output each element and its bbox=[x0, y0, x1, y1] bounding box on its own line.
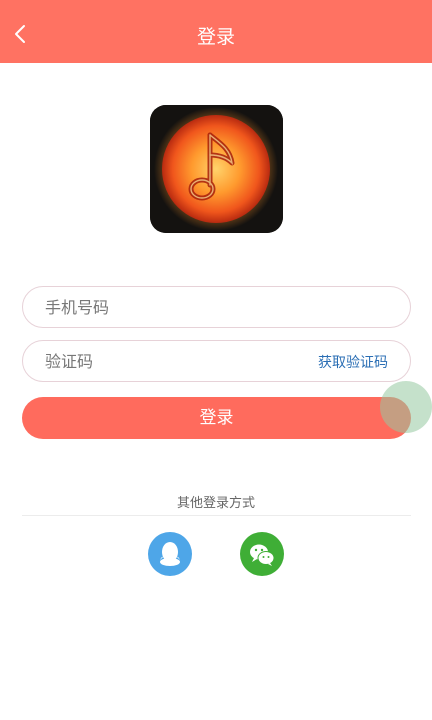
floating-assistive-button[interactable] bbox=[380, 381, 432, 433]
get-code-button[interactable]: 获取验证码 bbox=[318, 341, 388, 381]
code-field[interactable]: 获取验证码 bbox=[22, 340, 411, 382]
qq-icon bbox=[160, 542, 180, 566]
app-header: 登录 bbox=[0, 0, 432, 63]
qq-login-button[interactable] bbox=[148, 532, 192, 576]
other-login-label: 其他登录方式 bbox=[176, 496, 255, 511]
verification-code-input[interactable] bbox=[45, 341, 305, 381]
phone-input[interactable] bbox=[45, 287, 305, 327]
page-title: 登录 bbox=[196, 26, 235, 48]
divider bbox=[22, 515, 411, 516]
wechat-login-button[interactable] bbox=[240, 532, 284, 576]
sun-music-note-logo bbox=[150, 105, 283, 233]
app-logo bbox=[150, 105, 283, 233]
wechat-icon bbox=[250, 544, 275, 566]
phone-field[interactable] bbox=[22, 286, 411, 328]
login-button[interactable]: 登录 bbox=[22, 397, 411, 439]
